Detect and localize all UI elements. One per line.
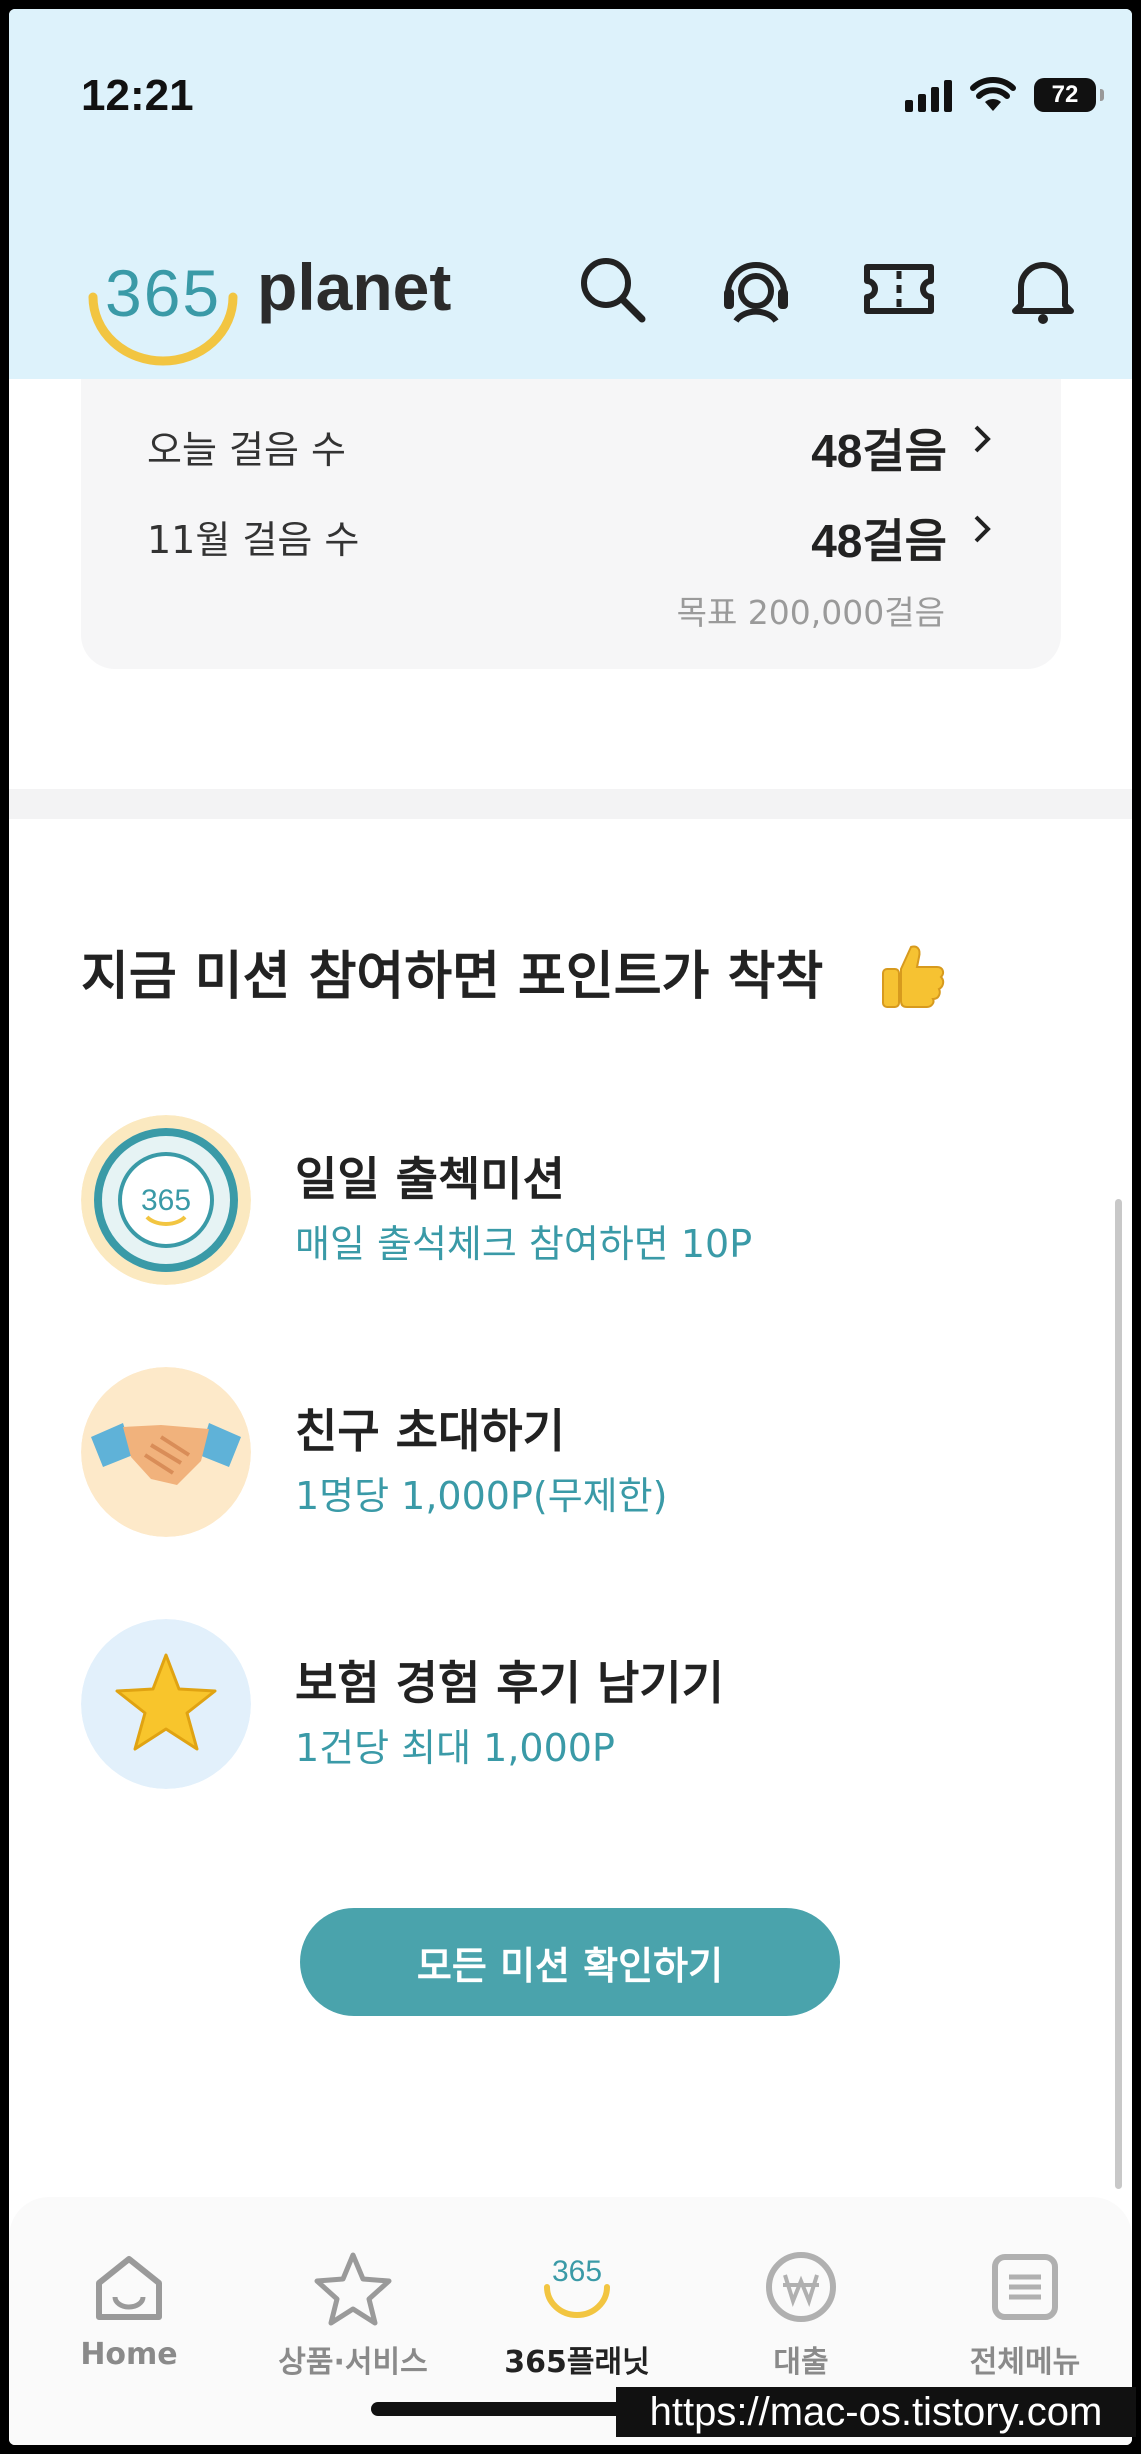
tab-home[interactable]: Home xyxy=(19,2247,239,2407)
watermark: https://mac-os.tistory.com xyxy=(616,2387,1136,2437)
tab-label: 전체메뉴 xyxy=(969,2345,1081,2380)
mission-desc: 1명당 1,000P(무제한) xyxy=(295,1474,668,1518)
section-divider xyxy=(9,789,1132,819)
mission-name: 일일 출첵미션 xyxy=(295,1152,565,1206)
status-time: 12:21 xyxy=(81,71,194,120)
mission-desc: 1건당 최대 1,000P xyxy=(295,1726,615,1770)
today-steps-row[interactable]: 오늘 걸음 수 48걸음 xyxy=(147,411,997,477)
mission-insurance-review[interactable]: 보험 경험 후기 남기기 1건당 최대 1,000P xyxy=(81,1619,1041,1789)
home-icon xyxy=(96,2256,162,2320)
search-icon[interactable] xyxy=(572,249,652,329)
logo-number: 365 xyxy=(105,256,222,330)
menu-icon xyxy=(992,2254,1058,2320)
tab-all-menu[interactable]: 전체메뉴 xyxy=(915,2247,1132,2407)
bell-icon[interactable] xyxy=(1003,249,1083,329)
battery-icon: 72 xyxy=(1034,78,1104,112)
tab-loan[interactable]: 대출 xyxy=(691,2247,911,2407)
chevron-right-icon xyxy=(974,425,991,453)
tab-label: Home xyxy=(80,2337,178,2372)
cellular-signal-icon xyxy=(905,78,952,112)
mission-invite-friends[interactable]: 친구 초대하기 1명당 1,000P(무제한) xyxy=(81,1367,1041,1537)
attendance-stamp-icon: 365 xyxy=(81,1115,251,1285)
all-missions-button[interactable]: 모든 미션 확인하기 xyxy=(300,1908,840,2016)
scrollbar[interactable] xyxy=(1115,1199,1122,2189)
svg-text:365: 365 xyxy=(552,2255,602,2288)
svg-text:365: 365 xyxy=(141,1184,191,1217)
won-icon xyxy=(766,2252,836,2322)
headset-icon[interactable] xyxy=(716,249,796,329)
mission-name: 친구 초대하기 xyxy=(295,1404,565,1458)
app-logo[interactable]: 365 planet xyxy=(79,237,459,377)
planet-365-icon: 365 xyxy=(544,2255,610,2318)
chevron-right-icon xyxy=(974,515,991,543)
tab-label: 상품·서비스 xyxy=(278,2345,428,2380)
month-steps-row[interactable]: 11월 걸음 수 48걸음 xyxy=(147,501,997,567)
mission-daily-attendance[interactable]: 365 일일 출첵미션 매일 출석체크 참여하면 10P xyxy=(81,1115,1041,1285)
handshake-icon xyxy=(81,1367,251,1537)
app-header: 12:21 72 365 planet xyxy=(9,9,1132,379)
steps-card: 오늘 걸음 수 48걸음 11월 걸음 수 48걸음 목표 200,000걸음 xyxy=(81,349,1061,669)
mission-desc: 매일 출석체크 참여하면 10P xyxy=(295,1222,753,1266)
wifi-icon xyxy=(970,77,1016,111)
status-icons: 72 xyxy=(905,75,1104,115)
tab-365planet[interactable]: 365 365플래닛 xyxy=(467,2247,687,2407)
star-icon xyxy=(81,1619,251,1789)
month-steps-value: 48걸음 xyxy=(811,515,947,567)
today-steps-label: 오늘 걸음 수 xyxy=(147,428,346,472)
month-steps-label: 11월 걸음 수 xyxy=(147,518,360,562)
logo-text: planet xyxy=(257,250,452,324)
mission-name: 보험 경험 후기 남기기 xyxy=(295,1656,724,1710)
missions-title: 지금 미션 참여하면 포인트가 착착 xyxy=(81,947,824,1007)
tab-products[interactable]: 상품·서비스 xyxy=(243,2247,463,2407)
tab-label: 대출 xyxy=(773,2345,829,2380)
star-outline-icon xyxy=(314,2252,392,2326)
today-steps-value: 48걸음 xyxy=(811,425,947,477)
ticket-icon[interactable] xyxy=(859,249,939,329)
tab-label: 365플래닛 xyxy=(504,2345,650,2380)
steps-goal: 목표 200,000걸음 xyxy=(676,593,945,632)
thumbs-up-icon xyxy=(882,945,945,1008)
app-screen: 12:21 72 365 planet 오늘 걸음 수 48걸음 11월 걸음 … xyxy=(9,9,1132,2445)
